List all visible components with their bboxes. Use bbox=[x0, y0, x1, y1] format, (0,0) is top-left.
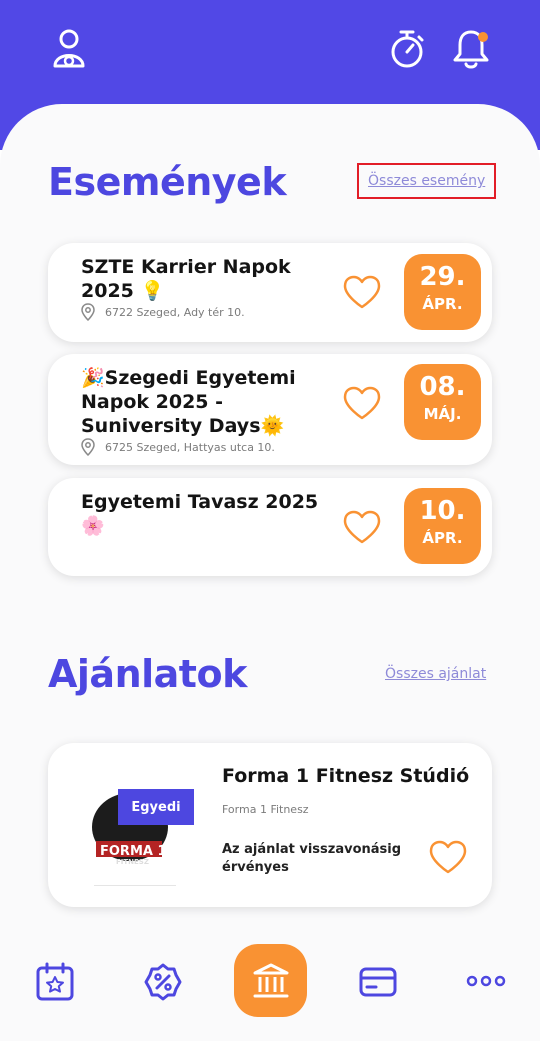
event-card[interactable]: SZTE Karrier Napok 2025 💡 6722 Szeged, A… bbox=[48, 243, 492, 342]
forma1-logo-text: FORMA 1 bbox=[100, 844, 167, 859]
heart-icon[interactable] bbox=[428, 839, 468, 875]
offer-card[interactable]: FORMA 1 FITNESZ Egyedi Forma 1 Fitnesz S… bbox=[48, 743, 492, 907]
event-card[interactable]: Egyetemi Tavasz 2025 🌸 10. ÁPR. bbox=[48, 478, 492, 576]
heart-icon[interactable] bbox=[342, 509, 382, 545]
date-day: 08. bbox=[419, 372, 466, 402]
discount-icon[interactable] bbox=[143, 962, 183, 1002]
event-location-text: 6722 Szeged, Ady tér 10. bbox=[105, 305, 245, 319]
offers-title: Ajánlatok bbox=[48, 652, 247, 696]
more-icon[interactable] bbox=[466, 972, 506, 990]
offer-subtitle: Forma 1 Fitnesz bbox=[222, 803, 309, 816]
location-pin-icon bbox=[81, 438, 95, 456]
see-all-offers-link[interactable]: Összes ajánlat bbox=[385, 666, 486, 682]
event-location: 6722 Szeged, Ady tér 10. bbox=[81, 303, 245, 321]
stopwatch-icon[interactable] bbox=[388, 28, 426, 70]
date-day: 29. bbox=[419, 262, 466, 292]
bell-icon[interactable] bbox=[452, 28, 492, 70]
calendar-star-icon[interactable] bbox=[35, 962, 75, 1002]
institution-icon bbox=[253, 963, 288, 997]
heart-icon[interactable] bbox=[342, 385, 382, 421]
event-location-text: 6725 Szeged, Hattyas utca 10. bbox=[105, 440, 275, 454]
event-title: Egyetemi Tavasz 2025 🌸 bbox=[81, 491, 319, 537]
event-title: SZTE Karrier Napok 2025 💡 bbox=[81, 256, 291, 302]
offer-validity: Az ajánlat visszavonásig érvényes bbox=[222, 842, 402, 875]
card-icon[interactable] bbox=[358, 964, 398, 1000]
profile-icon[interactable] bbox=[50, 28, 88, 68]
date-month: MÁJ. bbox=[423, 405, 462, 423]
date-month: ÁPR. bbox=[422, 529, 463, 547]
event-title: 🎉Szegedi Egyetemi Napok 2025 - Suniversi… bbox=[81, 367, 296, 437]
institution-button[interactable] bbox=[234, 944, 307, 1017]
see-all-events-link[interactable]: Összes esemény bbox=[357, 163, 497, 199]
date-month: ÁPR. bbox=[422, 295, 463, 313]
location-pin-icon bbox=[81, 303, 95, 321]
date-badge: 08. MÁJ. bbox=[404, 364, 481, 440]
events-title: Események bbox=[48, 160, 287, 204]
date-badge: 10. ÁPR. bbox=[404, 488, 481, 564]
date-badge: 29. ÁPR. bbox=[404, 254, 481, 330]
offer-badge: Egyedi bbox=[118, 789, 194, 825]
heart-icon[interactable] bbox=[342, 274, 382, 310]
event-location: 6725 Szeged, Hattyas utca 10. bbox=[81, 438, 275, 456]
event-card[interactable]: 🎉Szegedi Egyetemi Napok 2025 - Suniversi… bbox=[48, 354, 492, 465]
offer-title: Forma 1 Fitnesz Stúdió bbox=[222, 765, 470, 787]
logo-divider bbox=[94, 885, 176, 886]
date-day: 10. bbox=[419, 496, 466, 526]
forma1-logo-sub: FITNESZ bbox=[116, 858, 149, 866]
